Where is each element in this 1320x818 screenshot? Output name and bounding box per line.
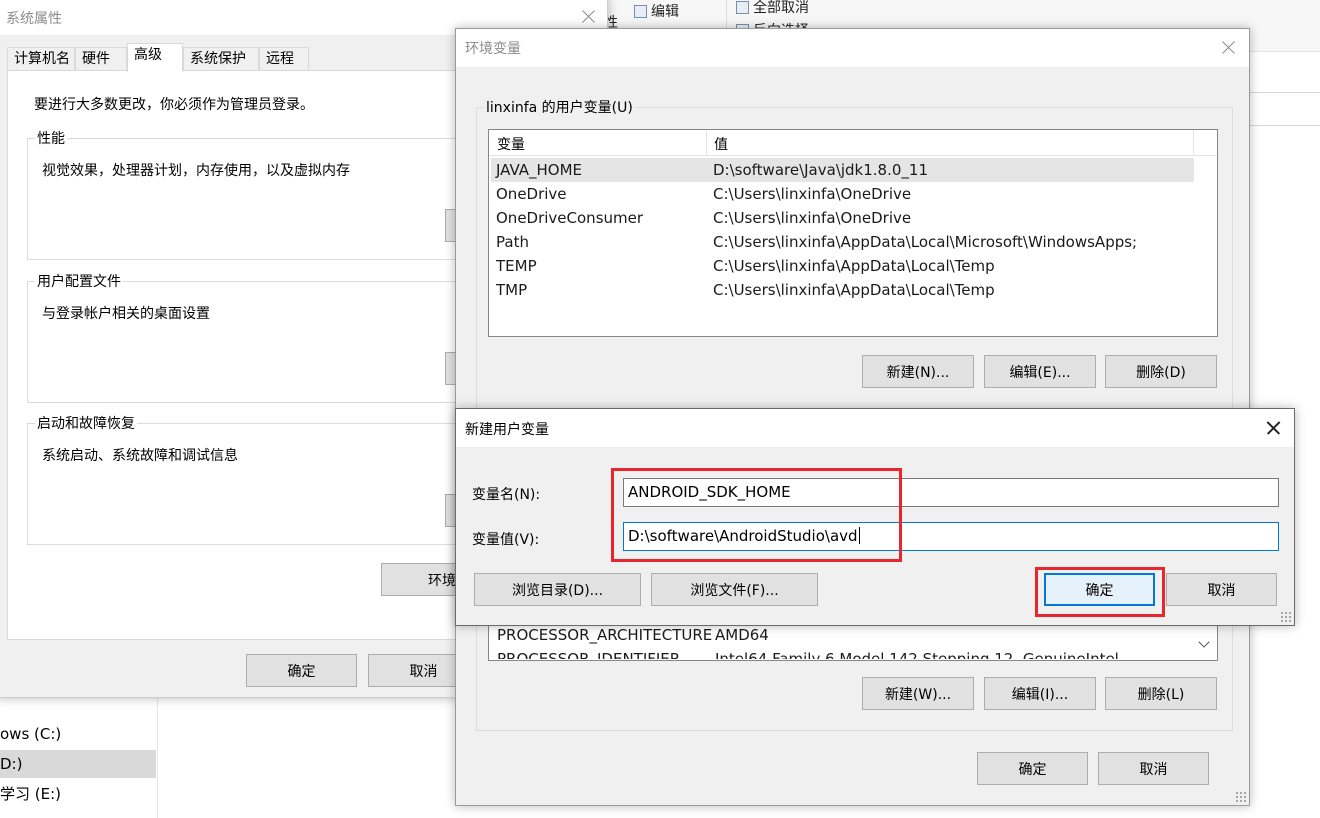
variable-name-cell: JAVA_HOME — [496, 161, 583, 179]
tab-computer-name[interactable]: 计算机名 — [7, 47, 75, 71]
variable-value-cell: C:\Users\linxinfa\OneDrive — [713, 209, 912, 227]
variable-name-label: 变量名(N): — [472, 487, 541, 503]
new-user-variable-dialog: 新建用户变量 变量名(N): ANDROID_SDK_HOME 变量值(V): … — [455, 408, 1295, 626]
navigation-pane: ows (C:) D:) 学习 (E:) — [0, 698, 158, 818]
variable-name-cell: TMP — [496, 281, 528, 299]
new-user-variable-titlebar[interactable]: 新建用户变量 — [456, 409, 1294, 447]
user-edit-button[interactable]: 编辑(E)... — [984, 355, 1096, 388]
variable-name-input[interactable]: ANDROID_SDK_HOME — [623, 478, 1279, 507]
table-row[interactable]: PROCESSOR_ARCHITECTURE AMD64 — [491, 623, 1191, 647]
system-new-button[interactable]: 新建(W)... — [862, 677, 974, 710]
nav-item-drive-e[interactable]: 学习 (E:) — [0, 780, 156, 808]
system-delete-button[interactable]: 删除(L) — [1105, 677, 1217, 710]
variable-value-cell: C:\Users\linxinfa\OneDrive — [713, 185, 912, 203]
performance-group-label: 性能 — [35, 128, 67, 148]
admin-notice: 要进行大多数更改，你必须作为管理员登录。 — [34, 97, 314, 113]
environment-variables-cancel-button[interactable]: 取消 — [1098, 752, 1209, 785]
environment-variables-titlebar[interactable]: 环境变量 — [456, 29, 1249, 67]
variable-name-cell: PROCESSOR_IDENTIFIER — [497, 650, 681, 659]
user-delete-button[interactable]: 删除(D) — [1105, 355, 1217, 388]
variable-name-cell: Path — [496, 233, 529, 251]
tab-advanced[interactable]: 高级 — [127, 43, 183, 72]
ribbon-deselect-all-button[interactable]: 全部取消 — [736, 0, 809, 17]
nav-item-drive-c[interactable]: ows (C:) — [0, 720, 156, 748]
deselect-all-icon — [736, 1, 749, 14]
scroll-down-icon[interactable] — [1197, 635, 1213, 651]
user-profiles-description: 与登录帐户相关的桌面设置 — [42, 306, 210, 322]
tab-remote[interactable]: 远程 — [259, 47, 309, 71]
performance-description: 视觉效果，处理器计划，内存使用，以及虚拟内存 — [42, 163, 350, 179]
variable-value-cell: C:\Users\linxinfa\AppData\Local\Microsof… — [713, 233, 1138, 251]
variable-value-input-value: D:\software\AndroidStudio\avd — [628, 527, 858, 545]
variable-value-cell: Intel64 Family 6 Model 142 Stepping 12, … — [715, 650, 1119, 659]
browse-directory-button[interactable]: 浏览目录(D)... — [474, 573, 641, 606]
column-divider[interactable] — [1193, 130, 1194, 156]
variable-name-cell: PROCESSOR_ARCHITECTURE — [497, 626, 713, 644]
resize-grip[interactable] — [1235, 791, 1247, 803]
variable-value-cell: C:\Users\linxinfa\AppData\Local\Temp — [713, 257, 995, 275]
new-variable-ok-button[interactable]: 确定 — [1044, 573, 1155, 606]
startup-recovery-description: 系统启动、系统故障和调试信息 — [42, 448, 238, 464]
variable-value-cell: D:\software\Java\jdk1.8.0_11 — [713, 161, 928, 179]
table-row[interactable]: JAVA_HOME D:\software\Java\jdk1.8.0_11 — [491, 158, 1194, 182]
variable-name-cell: OneDriveConsumer — [496, 209, 644, 227]
ribbon-deselect-all-label: 全部取消 — [753, 0, 809, 16]
user-profiles-group-label: 用户配置文件 — [35, 271, 123, 291]
table-row[interactable]: PROCESSOR_IDENTIFIER Intel64 Family 6 Mo… — [491, 647, 1191, 659]
variable-name-cell: OneDrive — [496, 185, 567, 203]
browse-file-button[interactable]: 浏览文件(F)... — [651, 573, 818, 606]
table-row[interactable]: OneDriveConsumer C:\Users\linxinfa\OneDr… — [491, 206, 1194, 230]
ribbon-edit-button[interactable]: 编辑 — [634, 1, 679, 21]
edit-icon — [634, 5, 647, 18]
text-caret — [858, 527, 860, 544]
variable-value-cell: AMD64 — [715, 626, 769, 644]
table-row[interactable]: TEMP C:\Users\linxinfa\AppData\Local\Tem… — [491, 254, 1194, 278]
environment-variables-ok-button[interactable]: 确定 — [977, 752, 1088, 785]
ribbon-edit-label: 编辑 — [651, 4, 679, 20]
user-variables-list[interactable]: 变量 值 JAVA_HOME D:\software\Java\jdk1.8.0… — [488, 129, 1218, 337]
variable-value-cell: C:\Users\linxinfa\AppData\Local\Temp — [713, 281, 995, 299]
tab-hardware[interactable]: 硬件 — [75, 47, 127, 71]
variable-name-cell: TEMP — [496, 257, 537, 275]
table-row[interactable]: OneDrive C:\Users\linxinfa\OneDrive — [491, 182, 1194, 206]
column-header-value[interactable]: 值 — [714, 134, 728, 154]
address-bar-fragment[interactable] — [1248, 92, 1320, 126]
variable-name-input-value: ANDROID_SDK_HOME — [628, 483, 791, 501]
column-header-variable[interactable]: 变量 — [497, 134, 525, 154]
nav-item-drive-d[interactable]: D:) — [0, 750, 156, 778]
user-new-button[interactable]: 新建(N)... — [862, 355, 974, 388]
column-divider[interactable] — [706, 130, 707, 156]
system-edit-button[interactable]: 编辑(I)... — [984, 677, 1096, 710]
table-row[interactable]: Path C:\Users\linxinfa\AppData\Local\Mic… — [491, 230, 1194, 254]
tab-system-protection[interactable]: 系统保护 — [183, 47, 259, 71]
new-variable-cancel-button[interactable]: 取消 — [1166, 573, 1277, 606]
system-properties-title: 系统属性 — [6, 11, 62, 27]
startup-recovery-group-label: 启动和故障恢复 — [35, 413, 137, 433]
close-icon[interactable] — [573, 3, 603, 31]
resize-grip[interactable] — [1280, 611, 1292, 623]
new-user-variable-title: 新建用户变量 — [465, 422, 549, 438]
close-icon[interactable] — [1258, 414, 1288, 442]
environment-variables-title: 环境变量 — [465, 41, 521, 57]
user-variables-group-label: linxinfa 的用户变量(U) — [484, 97, 635, 117]
table-row[interactable]: TMP C:\Users\linxinfa\AppData\Local\Temp — [491, 278, 1194, 302]
close-icon[interactable] — [1213, 34, 1243, 62]
variable-value-input[interactable]: D:\software\AndroidStudio\avd — [623, 522, 1279, 551]
variable-value-label: 变量值(V): — [472, 532, 540, 548]
user-variables-list-header: 变量 值 — [489, 130, 1217, 156]
system-properties-ok-button[interactable]: 确定 — [246, 654, 357, 687]
